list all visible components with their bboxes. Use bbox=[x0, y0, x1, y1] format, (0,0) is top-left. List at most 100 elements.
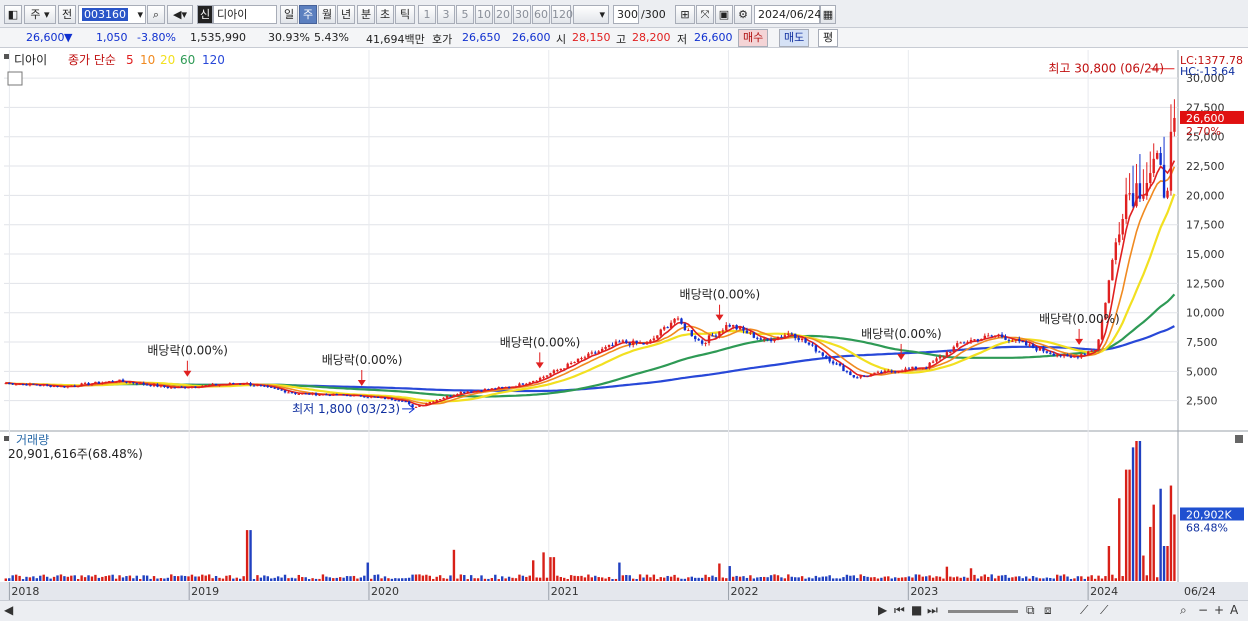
volume-bar bbox=[1121, 576, 1124, 581]
volume-bar bbox=[345, 576, 349, 581]
zoom-in-icon[interactable]: + bbox=[1214, 603, 1224, 617]
crosshair-icon[interactable]: ⊞ bbox=[675, 5, 695, 24]
candle-body bbox=[869, 374, 873, 376]
candle-body bbox=[307, 393, 311, 395]
candle-body bbox=[976, 339, 980, 342]
first-page-icon[interactable]: ⏮ bbox=[894, 603, 905, 618]
sell-button[interactable]: 매도 bbox=[779, 29, 810, 47]
candle-body bbox=[394, 399, 397, 401]
candle-body bbox=[752, 332, 756, 338]
search-icon[interactable]: ⌕ bbox=[147, 5, 165, 24]
scroll-left-icon[interactable]: ◀ bbox=[4, 603, 13, 617]
date-input[interactable]: 2024/06/24 bbox=[754, 5, 821, 24]
period-minute[interactable]: 분 bbox=[357, 5, 375, 24]
last-page-icon[interactable]: ⏭ bbox=[927, 603, 938, 618]
volume-bar bbox=[1087, 576, 1090, 581]
volume-bar bbox=[338, 577, 342, 581]
scroll-right-icon[interactable]: ▶ bbox=[878, 603, 887, 617]
text-tool-icon[interactable]: A bbox=[1230, 603, 1238, 617]
volume-bar bbox=[897, 577, 900, 581]
layout-icon[interactable]: ⧉ bbox=[1026, 603, 1035, 618]
volume-legend-bullet bbox=[4, 436, 9, 441]
candle-body bbox=[1000, 334, 1004, 338]
period-day[interactable]: 일 bbox=[280, 5, 298, 24]
volume-bar bbox=[845, 574, 849, 581]
candle-body bbox=[997, 334, 1000, 336]
period-year[interactable]: 년 bbox=[337, 5, 355, 24]
candle-body bbox=[911, 366, 914, 369]
interval-30[interactable]: 30 bbox=[513, 5, 531, 24]
candle-body bbox=[904, 368, 907, 372]
period-month[interactable]: 월 bbox=[318, 5, 336, 24]
candle-body bbox=[835, 363, 838, 365]
volume-bar bbox=[835, 578, 838, 581]
volume-bar bbox=[1097, 575, 1100, 581]
volume-bar bbox=[332, 578, 335, 581]
candle-body bbox=[4, 383, 7, 385]
candle-body bbox=[1062, 354, 1066, 357]
volume-bar bbox=[752, 578, 756, 581]
volume-bar bbox=[301, 577, 304, 581]
candle-body bbox=[828, 357, 831, 362]
volume-bar bbox=[428, 575, 432, 581]
volume-bar bbox=[869, 577, 873, 581]
price-tick-label: 2,500 bbox=[1186, 395, 1218, 408]
interval-120[interactable]: 120 bbox=[551, 5, 573, 24]
candle-body bbox=[218, 384, 221, 386]
volume-bar bbox=[811, 578, 814, 581]
interval-10[interactable]: 10 bbox=[475, 5, 493, 24]
interval-3[interactable]: 3 bbox=[437, 5, 455, 24]
volume-bar bbox=[442, 578, 445, 581]
volume-bar bbox=[590, 577, 594, 581]
save-icon[interactable]: ▣ bbox=[715, 5, 733, 24]
market-select[interactable]: 전 bbox=[58, 5, 76, 24]
calendar-icon[interactable]: ▦ bbox=[820, 5, 836, 24]
candle-body bbox=[497, 387, 500, 389]
chart-type-icon[interactable]: ◧ bbox=[4, 5, 22, 24]
candle-body bbox=[607, 344, 611, 347]
volume-bar bbox=[680, 578, 683, 581]
volume-bar bbox=[1042, 578, 1045, 581]
interval-60[interactable]: 60 bbox=[532, 5, 550, 24]
buy-button[interactable]: 매수 bbox=[738, 29, 769, 47]
compare-icon[interactable]: ⤧ bbox=[696, 5, 714, 24]
interval-custom-select[interactable]: ▾ bbox=[573, 5, 609, 24]
volume-bar bbox=[673, 574, 676, 581]
candle-body bbox=[1121, 218, 1124, 235]
stock-name-field[interactable]: 디아이 bbox=[213, 5, 277, 24]
period-second[interactable]: 초 bbox=[376, 5, 394, 24]
period-tick[interactable]: 틱 bbox=[395, 5, 415, 24]
count-input[interactable]: 300 bbox=[613, 5, 639, 24]
eval-button[interactable]: 평 bbox=[818, 29, 839, 47]
volume-bar bbox=[956, 576, 959, 581]
draw-line-icon[interactable]: ⟋ bbox=[1080, 603, 1088, 618]
period-type-value: 주 bbox=[30, 8, 41, 21]
interval-5[interactable]: 5 bbox=[456, 5, 474, 24]
magnifier-icon[interactable]: ⌕ bbox=[1180, 603, 1187, 618]
candle-body bbox=[762, 338, 766, 340]
candle-body bbox=[387, 398, 390, 400]
volume-bar bbox=[276, 576, 280, 581]
period-week[interactable]: 주 bbox=[299, 5, 317, 24]
settings-icon[interactable]: ⚙ bbox=[734, 5, 752, 24]
zoom-out-icon[interactable]: − bbox=[1198, 603, 1208, 617]
interval-20[interactable]: 20 bbox=[494, 5, 512, 24]
volume-bar bbox=[90, 576, 94, 581]
legend-ma5: 5 bbox=[126, 53, 134, 67]
speaker-icon[interactable]: ◀▾ bbox=[167, 5, 193, 24]
period-type-select[interactable]: 주 ▾ bbox=[24, 5, 56, 24]
volume-bar bbox=[942, 578, 945, 581]
volume-bar bbox=[135, 575, 138, 581]
volume-bar bbox=[576, 576, 580, 581]
zoom-slider[interactable] bbox=[948, 610, 1018, 613]
copy-icon[interactable]: ⧈ bbox=[1044, 603, 1052, 618]
candle-body bbox=[697, 339, 700, 341]
draw-trend-icon[interactable]: ⟋ bbox=[1100, 603, 1108, 618]
volume-bar bbox=[483, 578, 487, 581]
candle-body bbox=[438, 399, 442, 401]
volume-bar bbox=[311, 578, 314, 581]
interval-1[interactable]: 1 bbox=[418, 5, 436, 24]
volume-bar bbox=[1138, 441, 1142, 581]
stop-icon[interactable]: ■ bbox=[911, 603, 922, 617]
stock-code-input[interactable]: 003160 ▾ bbox=[78, 5, 146, 24]
